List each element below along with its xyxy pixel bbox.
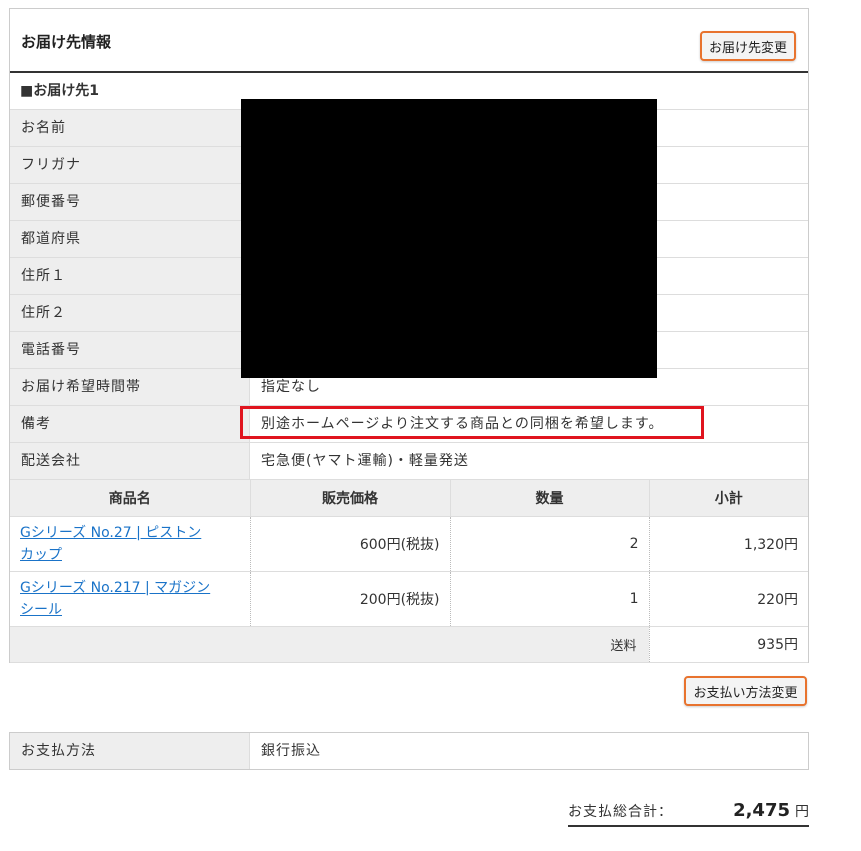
info-row-remarks: 備考 別途ホームページより注文する商品との同梱を希望します。 xyxy=(10,406,808,443)
delivery-header: お届け先情報 お届け先変更 xyxy=(10,9,808,73)
shipping-label: 送料 xyxy=(10,626,650,663)
shipping-value: 935円 xyxy=(649,626,808,663)
info-value: 宅急便(ヤマト運輸)・軽量発送 xyxy=(261,453,469,469)
product-name-cell: Gシリーズ No.27 | ピストン カップ xyxy=(10,516,251,572)
items-table: 商品名 販売価格 数量 小計 Gシリーズ No.27 | ピストン カップ 600… xyxy=(10,480,808,663)
info-key: 住所１ xyxy=(10,258,250,294)
info-key: 都道府県 xyxy=(10,221,250,257)
shipping-row: 送料 935円 xyxy=(10,626,808,663)
info-key: お名前 xyxy=(10,110,250,146)
quantity-cell: 1 xyxy=(450,571,650,627)
subtotal-cell: 220円 xyxy=(649,571,808,627)
change-payment-button[interactable]: お支払い方法変更 xyxy=(684,676,807,706)
product-link-line2: シール xyxy=(20,601,62,618)
table-row: Gシリーズ No.27 | ピストン カップ 600円(税抜) 2 1,320円 xyxy=(10,516,808,572)
info-key: 住所２ xyxy=(10,295,250,331)
table-row: Gシリーズ No.217 | マガジン シール 200円(税抜) 1 220円 xyxy=(10,571,808,627)
payment-method-panel: お支払方法 銀行振込 xyxy=(9,732,809,770)
payment-method-value: 銀行振込 xyxy=(261,743,321,759)
product-link-line1: Gシリーズ No.217 | マガジン xyxy=(20,579,211,596)
grand-total-currency: 円 xyxy=(795,804,809,820)
header-subtotal: 小計 xyxy=(649,480,808,517)
product-link-line2: カップ xyxy=(20,546,62,563)
grand-total-label: お支払総合計： xyxy=(568,804,673,820)
info-key: 備考 xyxy=(10,406,250,442)
items-header-row: 商品名 販売価格 数量 小計 xyxy=(10,480,808,517)
payment-method-label: お支払方法 xyxy=(10,733,250,769)
info-key: お届け希望時間帯 xyxy=(10,369,250,405)
header-product-name: 商品名 xyxy=(10,480,251,517)
price-cell: 600円(税抜) xyxy=(250,516,451,572)
header-quantity: 数量 xyxy=(450,480,650,517)
info-row-carrier: 配送会社 宅急便(ヤマト運輸)・軽量発送 xyxy=(10,443,808,480)
info-key: 郵便番号 xyxy=(10,184,250,220)
change-delivery-button[interactable]: お届け先変更 xyxy=(700,31,796,61)
product-link[interactable]: Gシリーズ No.217 | マガジン シール xyxy=(20,580,210,618)
redaction-block xyxy=(241,99,657,378)
info-value: 別途ホームページより注文する商品との同梱を希望します。 xyxy=(261,416,664,432)
product-name-cell: Gシリーズ No.217 | マガジン シール xyxy=(10,571,251,627)
product-link-line1: Gシリーズ No.27 | ピストン xyxy=(20,524,202,541)
delivery-title: お届け先情報 xyxy=(21,33,112,51)
grand-total: お支払総合計： 2,475 円 xyxy=(568,800,809,827)
grand-total-amount: 2,475 xyxy=(733,800,790,821)
header-price: 販売価格 xyxy=(250,480,451,517)
product-link[interactable]: Gシリーズ No.27 | ピストン カップ xyxy=(20,525,201,563)
info-key: 配送会社 xyxy=(10,443,250,479)
info-key: 電話番号 xyxy=(10,332,250,368)
subtotal-cell: 1,320円 xyxy=(649,516,808,572)
info-key: フリガナ xyxy=(10,147,250,183)
price-cell: 200円(税抜) xyxy=(250,571,451,627)
quantity-cell: 2 xyxy=(450,516,650,572)
